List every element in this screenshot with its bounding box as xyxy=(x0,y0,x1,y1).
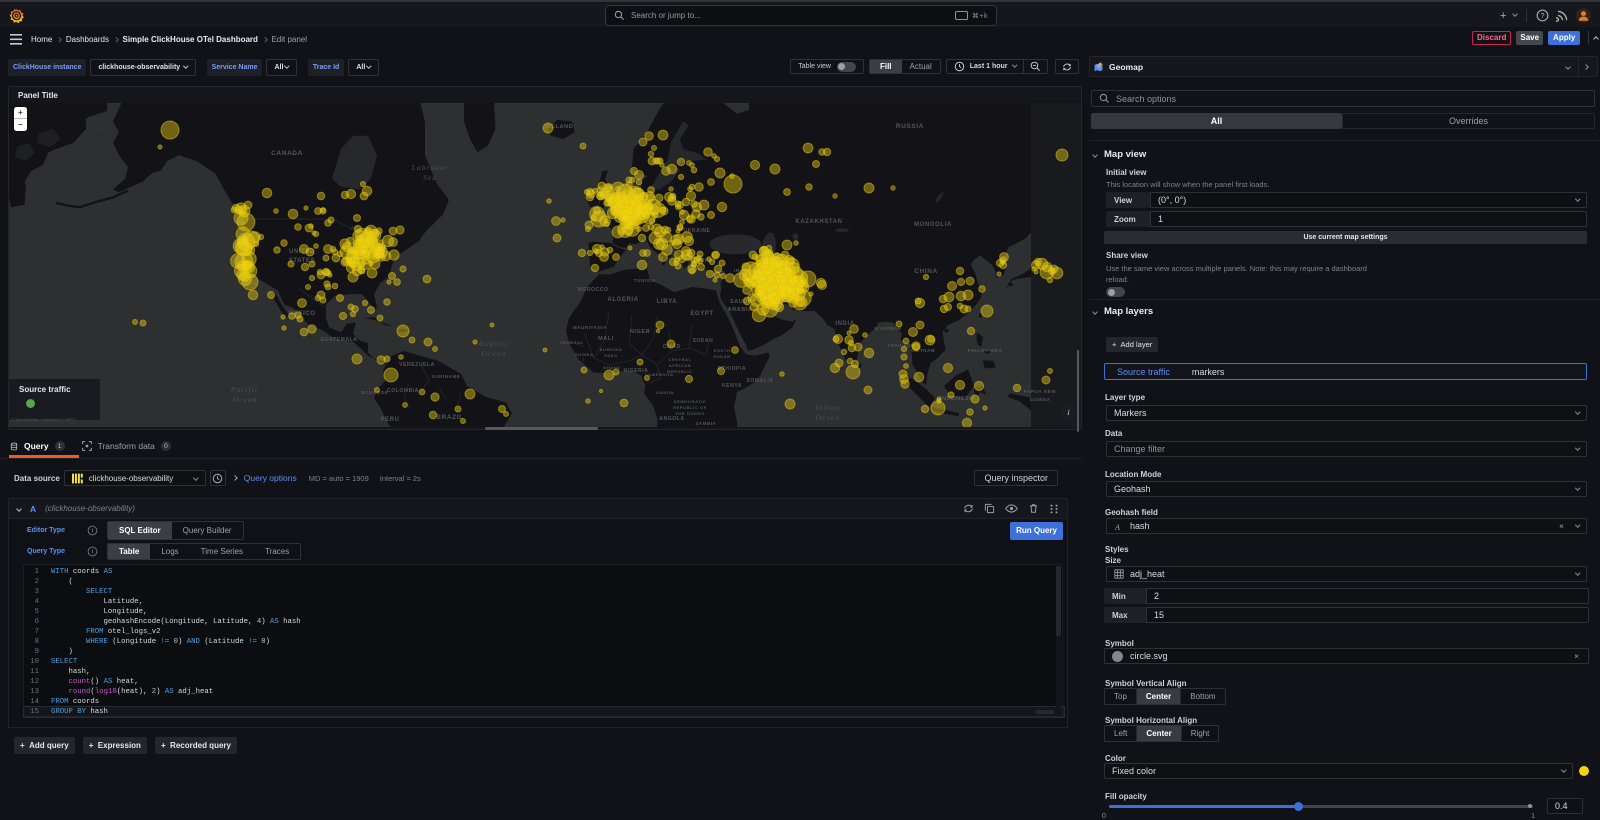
svg-text:Ocean: Ocean xyxy=(816,413,841,422)
svg-text:VENEZUELA: VENEZUELA xyxy=(399,362,435,368)
svg-text:CANADA: CANADA xyxy=(271,150,303,157)
svg-text:ANGOLA: ANGOLA xyxy=(659,416,684,422)
svg-text:i: i xyxy=(92,549,93,556)
svg-text:Atlantic: Atlantic xyxy=(477,339,510,348)
svg-text:SOUTH: SOUTH xyxy=(714,348,731,353)
svg-text:Ocean: Ocean xyxy=(482,349,507,358)
svg-text:Pacific: Pacific xyxy=(230,385,259,394)
svg-text:SUDAN: SUDAN xyxy=(713,354,730,359)
svg-text:ALGERIA: ALGERIA xyxy=(607,297,638,303)
svg-text:SURINAME: SURINAME xyxy=(432,374,461,379)
svg-text:MALI: MALI xyxy=(598,336,614,342)
svg-text:PAPUA NEW: PAPUA NEW xyxy=(1024,389,1057,394)
svg-text:?: ? xyxy=(1541,11,1545,20)
svg-text:LIBYA: LIBYA xyxy=(657,299,678,305)
svg-text:ARABIA: ARABIA xyxy=(728,307,753,313)
svg-text:SENEGAL: SENEGAL xyxy=(560,340,584,345)
svg-text:SOMALIA: SOMALIA xyxy=(746,378,773,384)
svg-text:CENTRAL: CENTRAL xyxy=(668,357,691,362)
svg-text:MAURITANIA: MAURITANIA xyxy=(573,325,607,330)
svg-text:Indian: Indian xyxy=(814,403,841,412)
svg-text:GHANA: GHANA xyxy=(603,365,621,370)
svg-text:GUATEMALA: GUATEMALA xyxy=(321,337,358,343)
svg-text:RUSSIA: RUSSIA xyxy=(896,123,924,130)
svg-text:MOROCCO: MOROCCO xyxy=(578,287,609,293)
svg-text:GUINEA: GUINEA xyxy=(574,352,593,357)
svg-text:SUDAN: SUDAN xyxy=(693,338,714,344)
svg-text:NIGER: NIGER xyxy=(630,329,650,335)
svg-text:PERU: PERU xyxy=(380,417,399,423)
svg-text:KENYA: KENYA xyxy=(722,383,742,389)
svg-text:ZAMBIA: ZAMBIA xyxy=(695,421,716,426)
svg-text:MONGOLIA: MONGOLIA xyxy=(914,222,952,228)
svg-text:A: A xyxy=(1114,522,1121,530)
svg-text:KAZAKHSTAN: KAZAKHSTAN xyxy=(795,219,842,225)
svg-text:COLOMBIA: COLOMBIA xyxy=(387,388,419,394)
svg-text:BRAZIL: BRAZIL xyxy=(436,414,463,421)
svg-text:GABON: GABON xyxy=(656,390,674,395)
svg-text:FASO: FASO xyxy=(604,353,617,358)
svg-text:PHILIPPINES: PHILIPPINES xyxy=(968,348,1003,353)
svg-text:DEMOCRATIC: DEMOCRATIC xyxy=(674,399,707,404)
svg-text:REPUBLIC OF: REPUBLIC OF xyxy=(673,405,707,410)
svg-text:Sea: Sea xyxy=(423,173,437,182)
svg-text:GUINEA: GUINEA xyxy=(1029,397,1050,402)
svg-text:THE CONGO: THE CONGO xyxy=(675,411,705,416)
svg-text:AFRICAN: AFRICAN xyxy=(669,363,691,368)
svg-text:TUNISIA: TUNISIA xyxy=(634,278,656,283)
svg-text:Labrador: Labrador xyxy=(411,163,449,172)
svg-text:BURKINA: BURKINA xyxy=(600,347,623,352)
svg-text:Ocean: Ocean xyxy=(233,395,258,404)
svg-text:i: i xyxy=(92,528,93,535)
svg-text:EGYPT: EGYPT xyxy=(690,311,713,317)
